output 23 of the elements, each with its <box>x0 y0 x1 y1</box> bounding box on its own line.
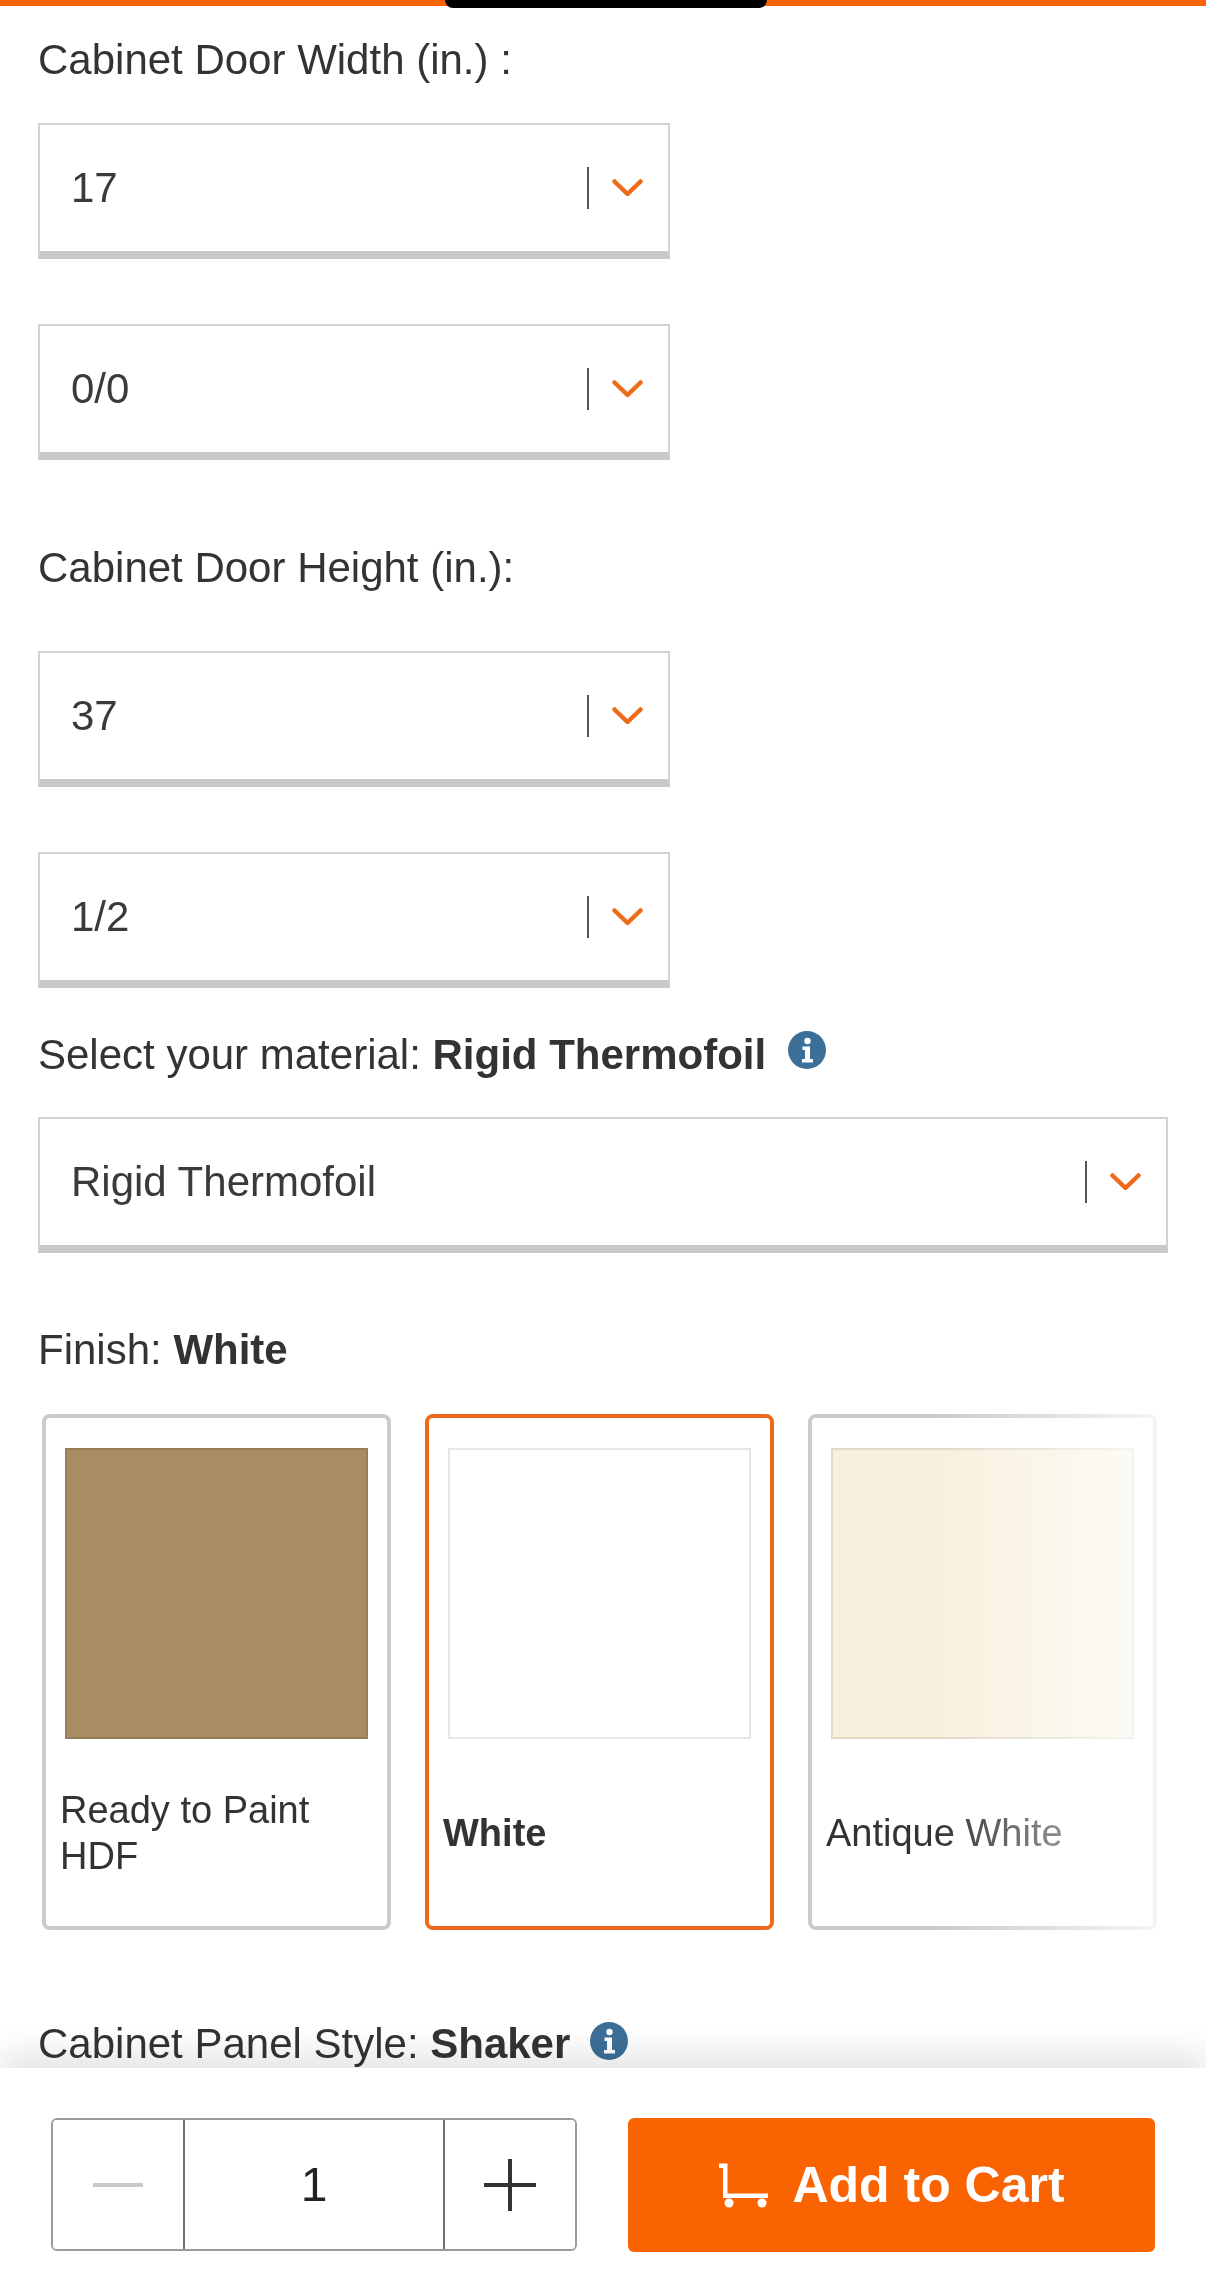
dropdown[interactable]: Rigid Thermofoil <box>38 1117 1168 1253</box>
finish-option-card[interactable]: Ready to Paint HDF <box>42 1414 391 1930</box>
field-label: Select your material: Rigid Thermofoil <box>38 1030 767 1080</box>
chevron-down-icon <box>612 380 643 398</box>
finish-option-card[interactable]: White <box>425 1414 774 1930</box>
chevron-down-icon <box>1110 1173 1141 1191</box>
minus-icon <box>93 2182 143 2187</box>
cart-icon <box>718 2161 771 2209</box>
dropdown[interactable]: 17 <box>38 123 670 259</box>
finish-option-card[interactable]: Antique White <box>808 1414 1157 1930</box>
info-icon <box>590 2022 629 2060</box>
chevron-down-icon <box>612 179 643 197</box>
field-label: Cabinet Door Width (in.) : <box>38 35 513 85</box>
dropdown[interactable]: 0/0 <box>38 324 670 460</box>
dropdown[interactable]: 37 <box>38 651 670 787</box>
chevron-down-icon <box>612 707 643 725</box>
field-label: Cabinet Door Height (in.): <box>38 543 516 593</box>
chevron-down-icon <box>612 908 643 926</box>
field-label: Finish: White <box>38 1325 289 1375</box>
dropdown[interactable]: 1/2 <box>38 852 670 988</box>
info-icon <box>788 1031 827 1069</box>
field-label: Cabinet Panel Style: Shaker <box>38 2022 571 2066</box>
plus-icon <box>484 2158 536 2211</box>
